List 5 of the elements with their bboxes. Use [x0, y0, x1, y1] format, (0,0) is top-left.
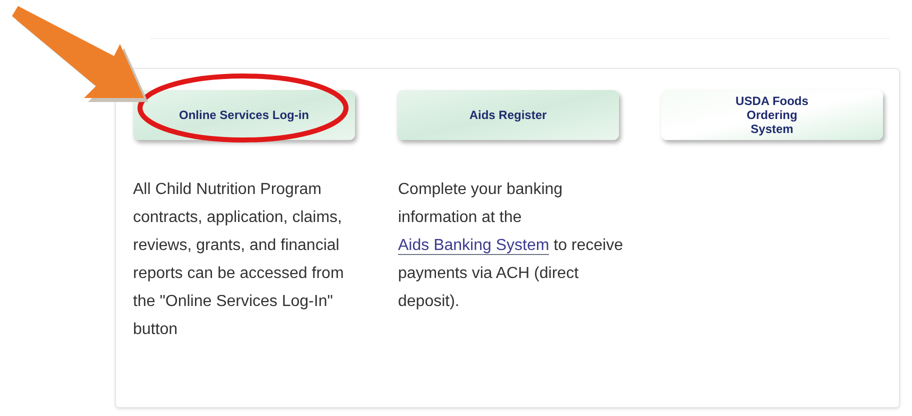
description-text: Complete your banking information at the Aids Banking System to receive payments via ACH (direct deposit). — [398, 180, 624, 312]
banking-link[interactable]: Aids Banking System — [398, 237, 550, 255]
description-text: All Child Nutrition Program contracts, application, claims, reviews, grants, and financial reports can be accessed from the "Online Services Log-In" button — [133, 180, 345, 340]
link-button[interactable]: Aids Register — [397, 90, 619, 140]
link-button[interactable]: USDA Foods Ordering System — [661, 90, 883, 140]
